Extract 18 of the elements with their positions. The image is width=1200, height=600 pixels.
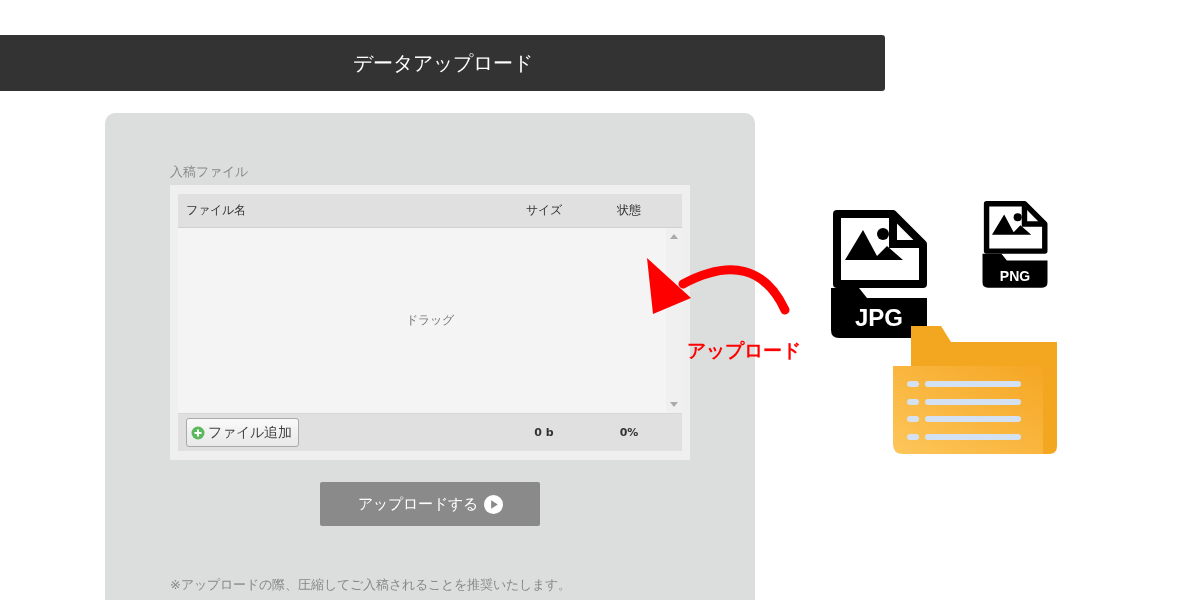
column-header: サイズ [525,202,563,219]
status-total: 0% [618,426,640,439]
plus-icon [191,425,205,440]
upload-button[interactable]: アップロードする [320,482,540,526]
folder-icon [893,326,1059,456]
section-label: 入稿ファイル [170,163,249,181]
add-file-button[interactable]: ファイル追加 [186,418,299,447]
play-icon [483,494,503,514]
page-title: データアップロード [352,49,533,77]
note-text: ※アップロードの際、圧縮してご入稿されることを推奨いたします。 [170,576,572,594]
column-header: ファイル名 [186,202,247,219]
scroll-up-icon[interactable] [670,234,678,239]
column-header: 状態 [616,202,642,219]
total-size: 0 b [533,426,555,439]
arrow-label: アップロード [687,338,801,363]
drop-hint: ドラッグ [406,312,454,329]
drop-zone[interactable]: ドラッグ [178,228,682,413]
scroll-down-icon[interactable] [670,402,678,407]
